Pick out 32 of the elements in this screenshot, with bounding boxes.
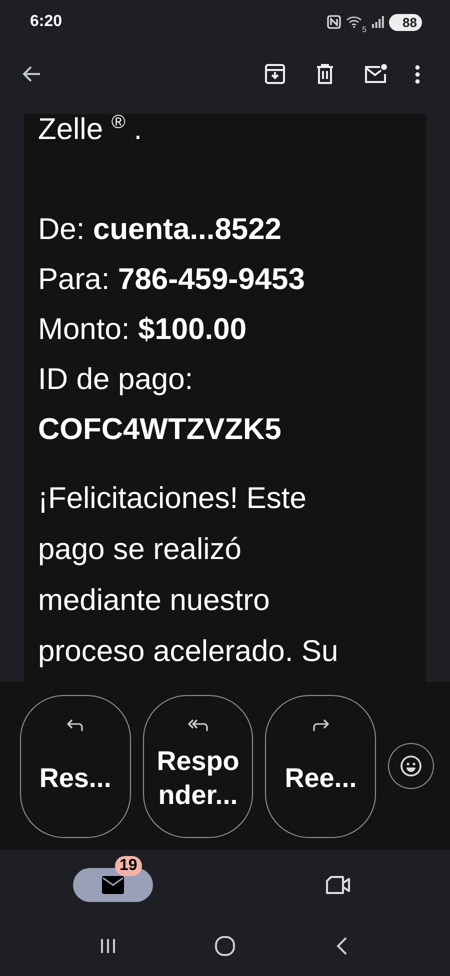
more-icon [415,64,420,84]
detail-line: De: cuenta...8522 [38,212,282,248]
detail-line: Para: 786-459-9453 [38,262,306,298]
status-time: 6:20 [30,13,62,31]
signal-icon [372,16,384,28]
smiley-icon [399,754,424,778]
more-button[interactable] [415,64,420,84]
archive-button[interactable] [263,62,287,86]
detail-line: COFC4WTZVZK5 [38,412,282,448]
home-icon [212,934,237,958]
archive-icon [263,62,287,86]
wifi-label: 5 [362,24,367,34]
unread-count-badge: 19 [114,856,142,876]
reply-all-button[interactable]: Responder... [142,694,254,838]
forward-button[interactable]: Ree... [265,694,376,838]
mark-unread-button[interactable] [363,62,389,86]
reply-all-icon [187,718,210,732]
battery-indicator: 88 [388,14,422,30]
detail-line: Monto: $100.00 [38,312,248,348]
video-camera-icon [324,874,352,896]
emoji-reaction-button[interactable] [388,743,434,789]
envelope-dot-icon [363,62,389,86]
detail-line: ID de pago: [38,362,194,398]
message-text: Zelle $^{®}$ . [38,114,144,148]
home-button[interactable] [212,934,237,958]
wifi-icon [346,16,362,28]
mail-icon [100,874,126,896]
message-paragraph: ¡Felicitaciones! Este pago se realizó mediante nuestro proceso acelerado. Su [38,481,340,670]
reply-button[interactable]: Res... [20,694,131,838]
nfc-icon [327,15,342,29]
forward-icon [312,718,330,732]
reply-icon [66,718,84,732]
